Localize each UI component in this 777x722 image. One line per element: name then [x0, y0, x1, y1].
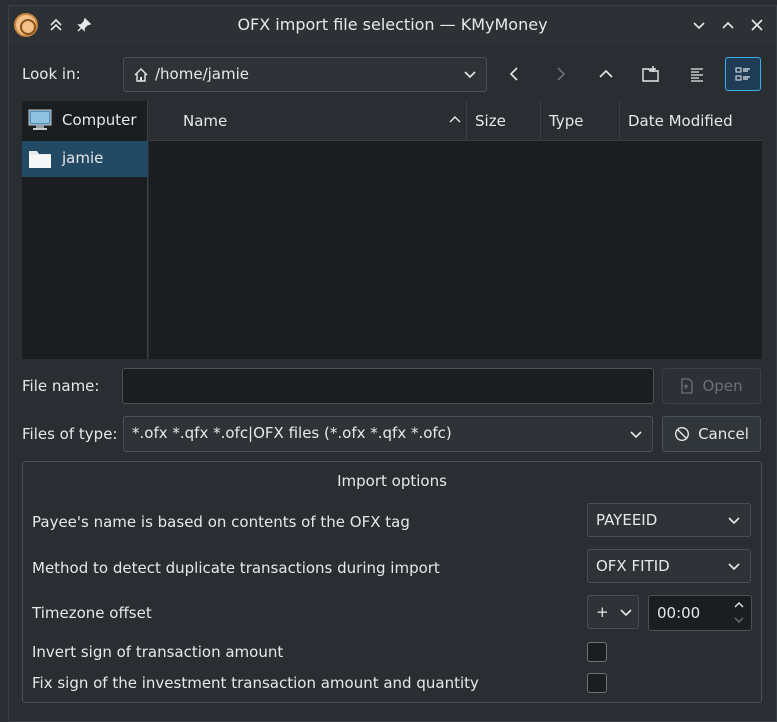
payee-option-label: Payee's name is based on contents of the… [32, 513, 410, 531]
detail-view-icon[interactable] [725, 57, 761, 91]
new-folder-icon[interactable] [633, 57, 669, 91]
column-date-label: Date Modified [628, 112, 733, 130]
places-panel: Computer jamie [22, 101, 148, 359]
timezone-offset-spinbox[interactable]: 00:00 [648, 595, 752, 631]
parent-folder-icon[interactable] [588, 57, 624, 91]
look-in-combo[interactable]: /home/jamie [123, 57, 487, 92]
timezone-offset-value: 00:00 [657, 604, 701, 622]
look-in-label: Look in: [22, 65, 81, 83]
place-item-computer[interactable]: Computer [22, 103, 148, 139]
back-icon[interactable] [497, 57, 533, 91]
minimize-icon[interactable] [686, 12, 712, 38]
invert-sign-checkbox[interactable] [587, 642, 607, 662]
file-name-label: File name: [22, 377, 100, 395]
timezone-sign-value: + [596, 603, 609, 621]
duplicate-method-value: OFX FITID [596, 557, 670, 575]
open-button-label: Open [702, 377, 743, 395]
import-options-title: Import options [337, 472, 447, 490]
payee-tag-select[interactable]: PAYEEID [587, 503, 751, 537]
open-button[interactable]: Open [662, 368, 761, 404]
spin-down-icon[interactable] [733, 615, 745, 625]
timezone-sign-select[interactable]: + [587, 595, 639, 629]
file-type-combo[interactable]: *.ofx *.qfx *.ofc|OFX files (*.ofx *.qfx… [123, 416, 653, 452]
home-icon [133, 67, 149, 83]
list-view-icon[interactable] [679, 57, 715, 91]
column-header-date-modified[interactable]: Date Modified [620, 101, 762, 141]
chevron-down-icon [462, 66, 478, 82]
dialog-window: OFX import file selection — KMyMoney Loo… [8, 5, 777, 722]
timezone-offset-label: Timezone offset [32, 604, 152, 622]
maximize-icon[interactable] [715, 12, 741, 38]
title-bar: OFX import file selection — KMyMoney [9, 6, 776, 44]
cancel-button-label: Cancel [698, 425, 749, 443]
duplicate-method-select[interactable]: OFX FITID [587, 549, 751, 583]
chevron-down-icon [726, 558, 742, 574]
file-list[interactable]: Name Size Type Date Modified [149, 101, 762, 359]
close-icon[interactable] [744, 12, 770, 38]
column-type-label: Type [549, 112, 584, 130]
column-header-name[interactable]: Name [149, 101, 467, 141]
column-header-size[interactable]: Size [467, 101, 541, 141]
open-file-icon [680, 378, 694, 394]
window-title: OFX import file selection — KMyMoney [237, 15, 548, 34]
sort-ascending-icon [448, 113, 462, 127]
folder-icon [28, 148, 52, 170]
cancel-button[interactable]: Cancel [662, 416, 761, 452]
chevron-down-icon [726, 512, 742, 528]
spin-up-icon[interactable] [733, 600, 745, 610]
files-of-type-label: Files of type: [22, 425, 118, 443]
invert-sign-label: Invert sign of transaction amount [32, 643, 284, 661]
file-name-input[interactable] [122, 368, 654, 404]
place-label: jamie [62, 149, 104, 167]
chevron-down-icon [618, 604, 634, 620]
place-label: Computer [62, 111, 137, 129]
column-header-type[interactable]: Type [541, 101, 620, 141]
payee-tag-value: PAYEEID [596, 511, 658, 529]
look-in-path: /home/jamie [155, 65, 249, 83]
fix-sign-label: Fix sign of the investment transaction a… [32, 674, 479, 692]
file-list-header: Name Size Type Date Modified [149, 101, 762, 141]
import-options-group: Import options Payee's name is based on … [22, 461, 762, 703]
place-item-jamie[interactable]: jamie [22, 141, 148, 177]
column-size-label: Size [475, 112, 506, 130]
forward-icon[interactable] [542, 57, 578, 91]
chevron-down-icon [628, 426, 644, 442]
duplicate-method-label: Method to detect duplicate transactions … [32, 559, 440, 577]
computer-icon [28, 109, 52, 131]
file-type-value: *.ofx *.qfx *.ofc|OFX files (*.ofx *.qfx… [132, 424, 452, 442]
column-name-label: Name [183, 112, 228, 130]
fix-sign-checkbox[interactable] [587, 673, 607, 693]
cancel-icon [674, 426, 690, 442]
